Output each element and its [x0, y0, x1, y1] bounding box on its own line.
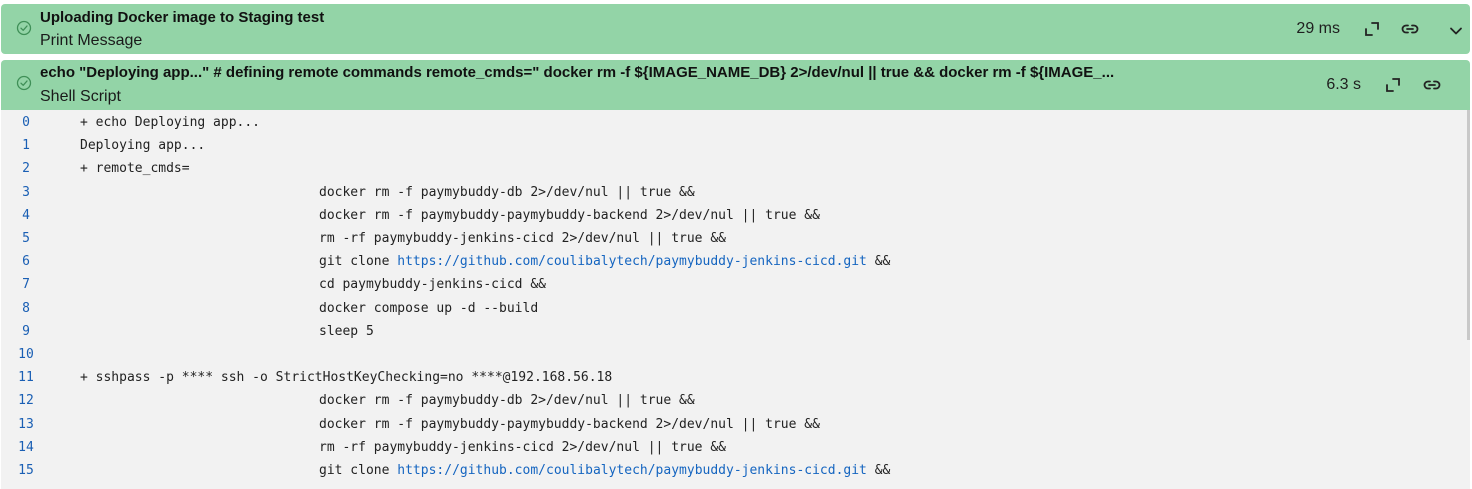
- log-line: 7 cd paymybuddy-jenkins-cicd &&: [1, 273, 1461, 296]
- scrollbar[interactable]: [1467, 110, 1470, 340]
- line-text: + echo Deploying app...: [80, 115, 261, 130]
- line-number[interactable]: 5: [1, 227, 51, 250]
- log-line: 8 docker compose up -d --build: [1, 297, 1461, 320]
- log-line: 4 docker rm -f paymybuddy-paymybuddy-back…: [1, 204, 1461, 227]
- line-number[interactable]: 3: [1, 181, 51, 204]
- line-text: rm -rf paymybuddy-jenkins-cicd 2>/dev/nu…: [319, 439, 726, 455]
- line-number[interactable]: 7: [1, 273, 51, 296]
- link-icon[interactable]: [1422, 75, 1442, 95]
- line-number[interactable]: 2: [1, 157, 51, 180]
- line-number[interactable]: 8: [1, 297, 51, 320]
- line-text: docker rm -f paymybuddy-paymybuddy-backe…: [319, 207, 820, 223]
- log-line: 5 rm -rf paymybuddy-jenkins-cicd 2>/dev/n…: [1, 227, 1461, 250]
- line-text: docker compose up -d --build: [319, 300, 539, 316]
- console-output: 0 + echo Deploying app... 1 Deploying app..…: [1, 110, 1470, 489]
- log-line: 9 sleep 5: [1, 320, 1461, 343]
- expand-icon[interactable]: [1383, 75, 1403, 95]
- line-number[interactable]: 13: [1, 413, 51, 436]
- step-subtitle: Print Message: [40, 32, 143, 49]
- line-text: git clone https://github.com/coulibalyte…: [319, 250, 890, 273]
- check-circle-icon: [16, 75, 32, 91]
- log-line: 2 + remote_cmds=: [1, 157, 1461, 180]
- line-number[interactable]: 15: [1, 459, 51, 482]
- log-line: 1 Deploying app...: [1, 134, 1461, 157]
- line-number[interactable]: 14: [1, 436, 51, 459]
- line-number[interactable]: 1: [1, 134, 51, 157]
- log-line: 13 docker rm -f paymybuddy-paymybuddy-bac…: [1, 413, 1461, 436]
- line-text: + sshpass -p **** ssh -o StrictHostKeyCh…: [80, 370, 613, 386]
- line-text: Deploying app...: [80, 138, 206, 154]
- line-text: docker rm -f paymybuddy-paymybuddy-backe…: [319, 416, 820, 432]
- line-number[interactable]: 6: [1, 250, 51, 273]
- log-line: 3 docker rm -f paymybuddy-db 2>/dev/nul |…: [1, 181, 1461, 204]
- line-number[interactable]: 0: [1, 111, 51, 134]
- line-text: sleep 5: [319, 323, 374, 339]
- expand-icon[interactable]: [1362, 19, 1382, 39]
- repo-link[interactable]: https://github.com/coulibalytech/paymybu…: [397, 254, 867, 269]
- line-text: docker rm -f paymybuddy-db 2>/dev/nul ||…: [319, 184, 695, 200]
- log-line: 10: [1, 343, 1461, 366]
- log-line: 11 + sshpass -p **** ssh -o StrictHostKey…: [1, 366, 1461, 389]
- log-line: 12 docker rm -f paymybuddy-db 2>/dev/nul …: [1, 389, 1461, 412]
- line-number[interactable]: 10: [1, 343, 51, 366]
- line-text-suffix: &&: [866, 463, 891, 478]
- line-text-prefix: git clone: [319, 463, 398, 478]
- line-text: rm -rf paymybuddy-jenkins-cicd 2>/dev/nu…: [319, 231, 726, 246]
- log-line: 14 rm -rf paymybuddy-jenkins-cicd 2>/dev/…: [1, 436, 1461, 459]
- step-title: echo "Deploying app..." # defining remot…: [40, 64, 1115, 81]
- line-text-prefix: git clone: [319, 254, 398, 270]
- check-circle-icon: [16, 20, 32, 36]
- line-text: cd paymybuddy-jenkins-cicd &&: [319, 277, 546, 293]
- line-text: + remote_cmds=: [80, 161, 190, 177]
- step-header-uploading-docker-image[interactable]: Uploading Docker image to Staging test P…: [1, 4, 1470, 54]
- step-duration: 29 ms: [1296, 20, 1340, 37]
- chevron-down-icon[interactable]: [1446, 21, 1466, 41]
- line-number[interactable]: 12: [1, 389, 51, 412]
- line-text-suffix: &&: [866, 254, 891, 270]
- link-icon[interactable]: [1400, 19, 1420, 39]
- pipeline-log-view: Uploading Docker image to Staging test P…: [0, 0, 1472, 489]
- log-line: 15 git clone https://github.com/coulibaly…: [1, 459, 1461, 482]
- line-number[interactable]: 9: [1, 320, 51, 343]
- line-number[interactable]: 4: [1, 204, 51, 227]
- step-title: Uploading Docker image to Staging test: [40, 9, 325, 26]
- line-text: docker rm -f paymybuddy-db 2>/dev/nul ||…: [319, 393, 695, 409]
- log-line: 0 + echo Deploying app...: [1, 111, 1461, 134]
- step-header-shell-script[interactable]: echo "Deploying app..." # defining remot…: [1, 60, 1470, 110]
- line-text: git clone https://github.com/coulibalyte…: [319, 459, 890, 482]
- step-duration: 6.3 s: [1326, 76, 1361, 93]
- step-subtitle: Shell Script: [40, 88, 121, 105]
- log-line: 6 git clone https://github.com/coulibalyt…: [1, 250, 1461, 273]
- line-number[interactable]: 11: [1, 366, 51, 389]
- repo-link[interactable]: https://github.com/coulibalytech/paymybu…: [397, 463, 867, 478]
